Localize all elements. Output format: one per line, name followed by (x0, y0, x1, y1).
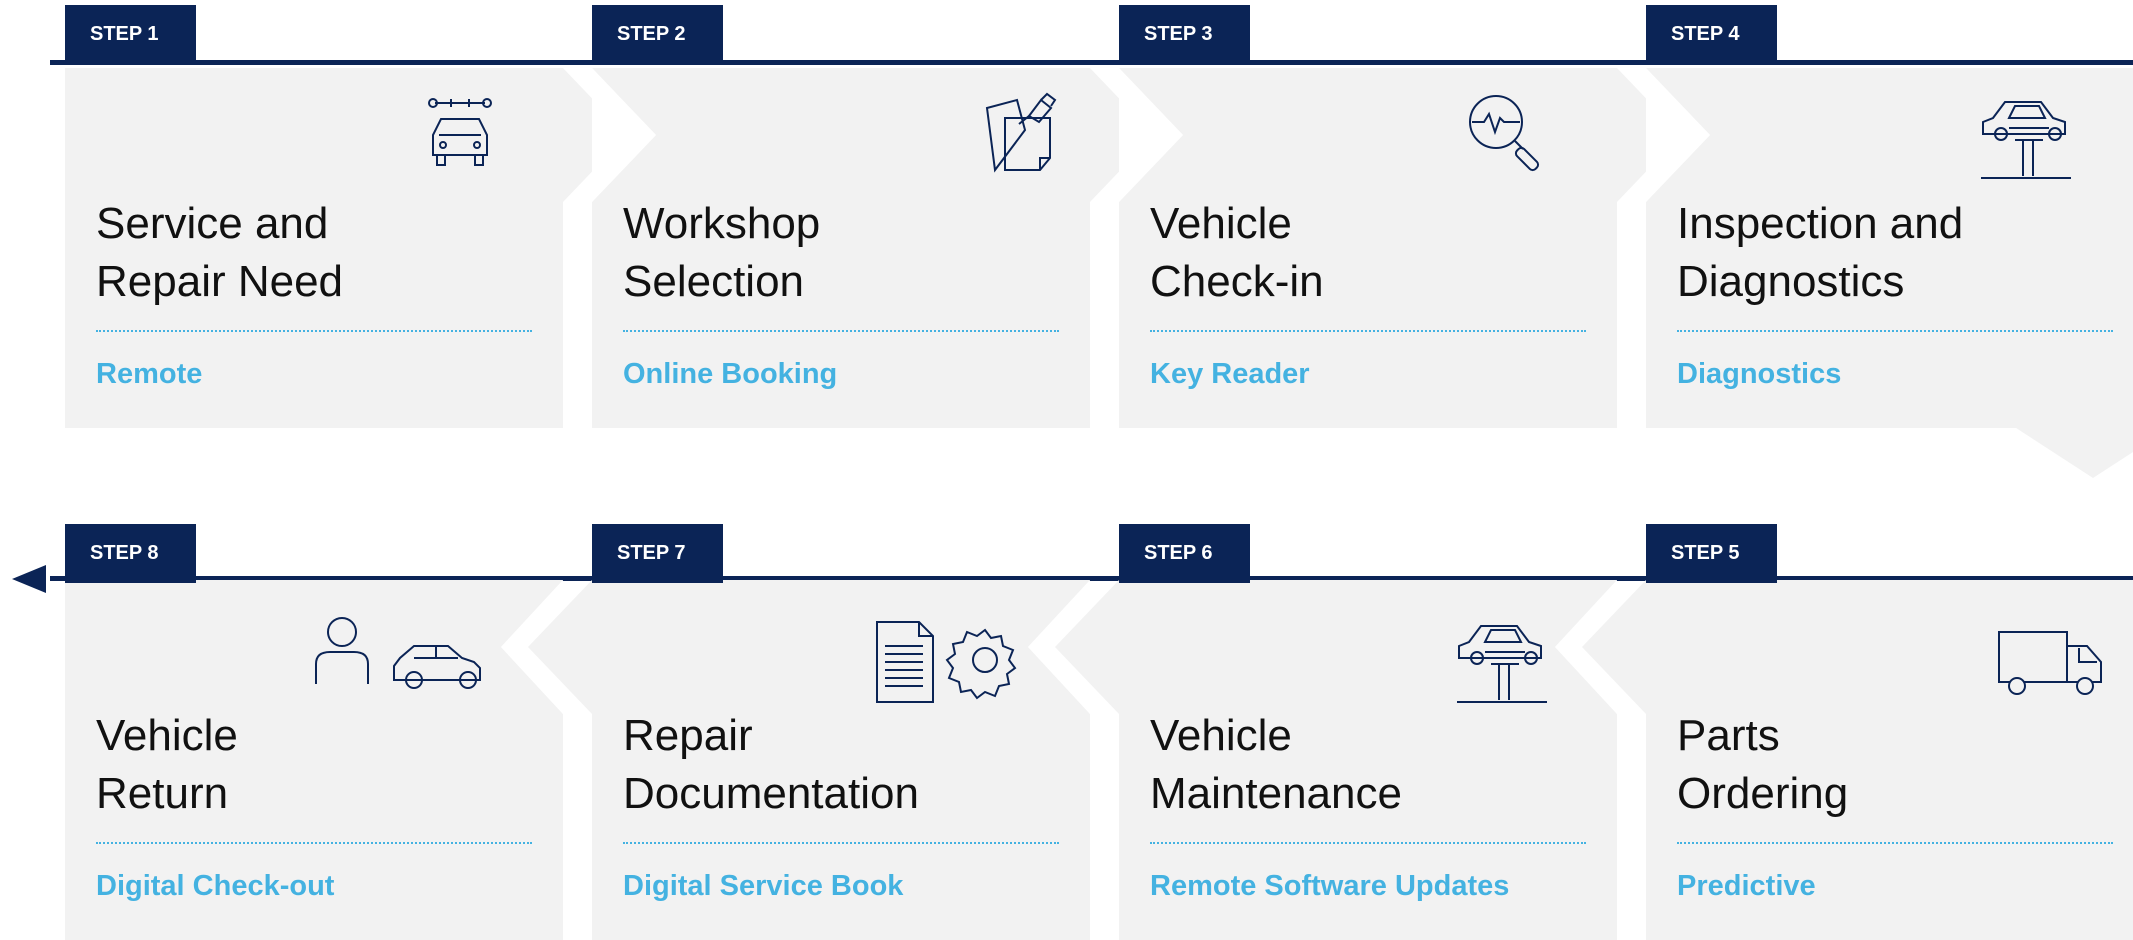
step-card-4: Inspection and Diagnostics Diagnostics (1646, 68, 2133, 428)
step-subtitle: Key Reader (1150, 358, 1310, 390)
step-title-line1: Repair (623, 711, 753, 760)
dotted-separator (96, 842, 532, 844)
step-title-line1: Workshop (623, 199, 821, 248)
step-tab-1: STEP 1 (65, 5, 196, 64)
step-card-8: Vehicle Return Digital Check-out (65, 580, 563, 940)
delivery-truck-icon (1998, 631, 2102, 695)
step-title-line1: Vehicle (96, 711, 238, 760)
person-car-icon (315, 617, 481, 689)
timeline-arrow-left-icon (12, 565, 46, 593)
dotted-separator (1150, 842, 1586, 844)
down-chevron-connector (2013, 426, 2133, 478)
dotted-separator (623, 842, 1059, 844)
step-title: Repair Documentation (623, 707, 1083, 823)
step-title-line2: Selection (623, 257, 805, 306)
step-title: Inspection and Diagnostics (1677, 195, 2133, 311)
step-subtitle: Online Booking (623, 358, 838, 390)
step-tab-8: STEP 8 (65, 524, 196, 583)
car-lift-icon (1457, 625, 1547, 703)
step-title: Vehicle Check-in (1150, 195, 1610, 311)
step-tab-4: STEP 4 (1646, 5, 1777, 64)
step-title-line1: Parts (1677, 711, 1780, 760)
car-lift-icon (1981, 101, 2071, 179)
step-title-line1: Vehicle (1150, 711, 1292, 760)
step-subtitle: Digital Check-out (96, 870, 335, 902)
timeline-line-row1 (50, 60, 2133, 65)
step-title-line2: Documentation (623, 769, 919, 818)
step-title: Parts Ordering (1677, 707, 2133, 823)
step-title: Workshop Selection (623, 195, 1083, 311)
step-title-line2: Diagnostics (1677, 257, 1905, 306)
dotted-separator (1677, 330, 2113, 332)
sticky-notes-pin-icon (985, 92, 1057, 173)
step-title: Vehicle Return (96, 707, 556, 823)
step-subtitle: Digital Service Book (623, 870, 904, 902)
step-card-3: Vehicle Check-in Key Reader (1119, 68, 1681, 428)
step-card-6: Vehicle Maintenance Remote Software Upda… (1055, 580, 1617, 940)
step-title: Vehicle Maintenance (1150, 707, 1610, 823)
step-tab-3: STEP 3 (1119, 5, 1250, 64)
step-tab-6: STEP 6 (1119, 524, 1250, 583)
diagnostic-magnifier-icon (1469, 95, 1540, 172)
car-service-icon (428, 98, 492, 166)
step-tab-2: STEP 2 (592, 5, 723, 64)
step-subtitle: Remote (96, 358, 203, 390)
step-title-line1: Inspection and (1677, 199, 1964, 248)
step-subtitle: Predictive (1677, 870, 1816, 902)
step-card-2: Workshop Selection Online Booking (592, 68, 1154, 428)
dotted-separator (1150, 330, 1586, 332)
step-card-1: Service and Repair Need Remote (65, 68, 627, 428)
document-gear-icon (876, 621, 1017, 703)
step-title-line1: Vehicle (1150, 199, 1292, 248)
step-tab-7: STEP 7 (592, 524, 723, 583)
dotted-separator (1677, 842, 2113, 844)
step-title: Service and Repair Need (96, 195, 556, 311)
dotted-separator (623, 330, 1059, 332)
step-subtitle: Diagnostics (1677, 358, 1842, 390)
step-card-7: Repair Documentation Digital Service Boo… (528, 580, 1090, 940)
step-title-line2: Return (96, 769, 229, 818)
step-card-5: Parts Ordering Predictive (1582, 580, 2133, 940)
step-title-line2: Ordering (1677, 769, 1849, 818)
step-title-line2: Check-in (1150, 257, 1324, 306)
step-tab-5: STEP 5 (1646, 524, 1777, 583)
step-subtitle: Remote Software Updates (1150, 870, 1510, 902)
step-title-line2: Repair Need (96, 257, 344, 306)
step-title-line1: Service and (96, 199, 329, 248)
dotted-separator (96, 330, 532, 332)
step-title-line2: Maintenance (1150, 769, 1402, 818)
